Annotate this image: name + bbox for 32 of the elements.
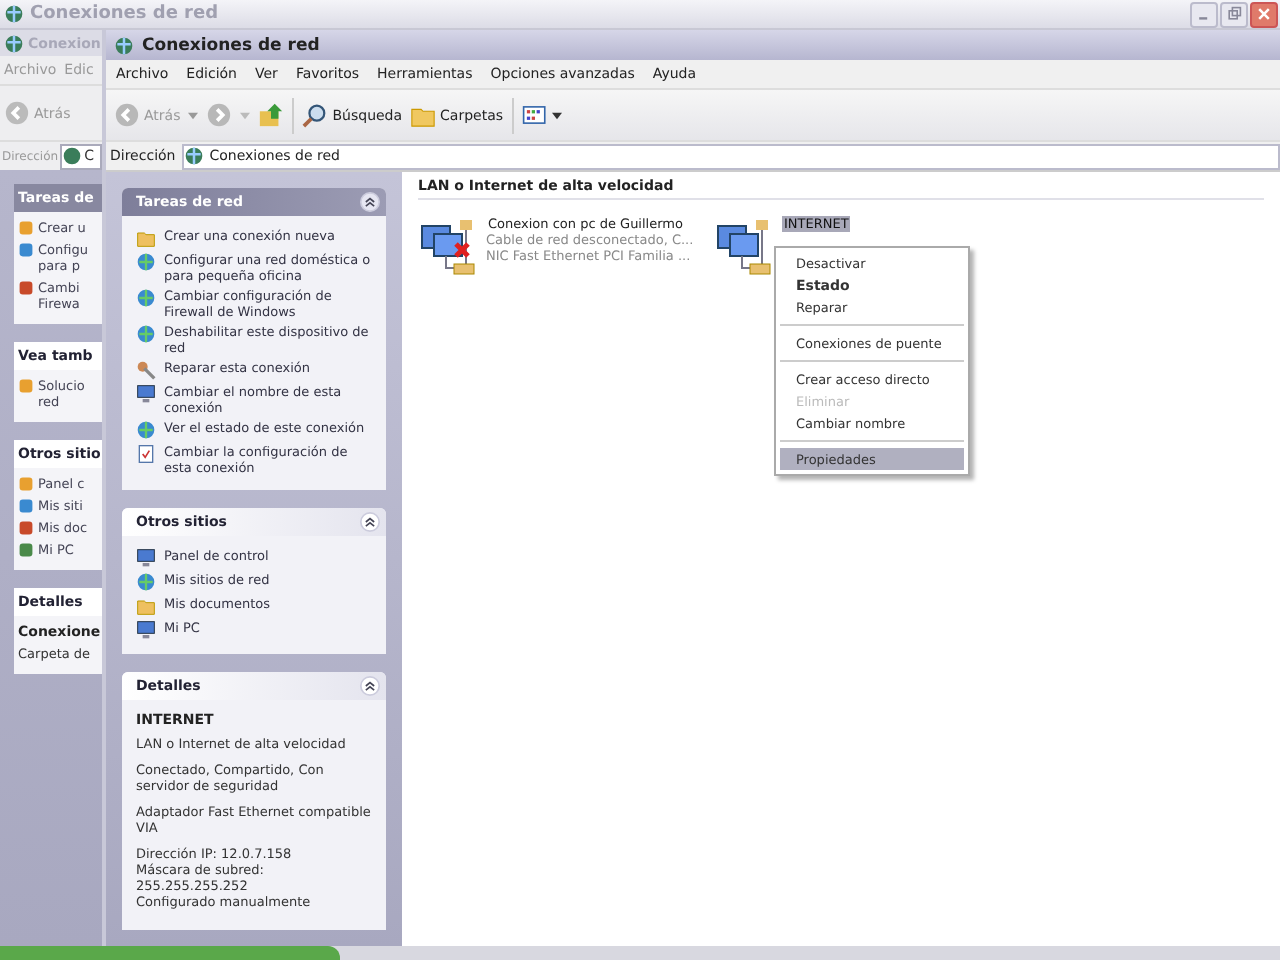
close-button[interactable]: [1250, 1, 1278, 27]
square-icon: [18, 242, 34, 258]
collapse-icon[interactable]: [360, 512, 380, 532]
close-icon: [1256, 6, 1272, 22]
window-title: Conexiones de red: [30, 4, 219, 24]
square-icon: [18, 476, 34, 492]
monitor-icon: [136, 548, 156, 568]
collapse-icon[interactable]: [360, 192, 380, 212]
collapse-icon[interactable]: [360, 676, 380, 696]
monitor-icon: [136, 384, 156, 404]
folder-icon: [136, 228, 156, 248]
restore-button[interactable]: [1220, 1, 1248, 27]
caret-icon: [551, 111, 562, 119]
folder-icon: [136, 596, 156, 616]
search-icon: [302, 102, 329, 128]
document-icon: [136, 444, 156, 464]
restore-icon: [1226, 6, 1242, 22]
square-icon: [18, 498, 34, 514]
monitor-icon: [136, 620, 156, 640]
folder-up-icon[interactable]: [258, 102, 285, 128]
caret-icon[interactable]: [188, 111, 199, 119]
square-icon: [18, 542, 34, 558]
minimize-button[interactable]: [1190, 1, 1218, 27]
wrench-icon: [136, 360, 156, 380]
square-icon: [18, 378, 34, 394]
square-icon: [18, 220, 34, 236]
start-button[interactable]: [0, 946, 340, 960]
square-icon: [18, 280, 34, 296]
window-title: Conexiones de red: [142, 35, 320, 55]
views-button[interactable]: [521, 102, 562, 128]
grid-icon: [521, 102, 548, 128]
square-icon: [18, 520, 34, 536]
